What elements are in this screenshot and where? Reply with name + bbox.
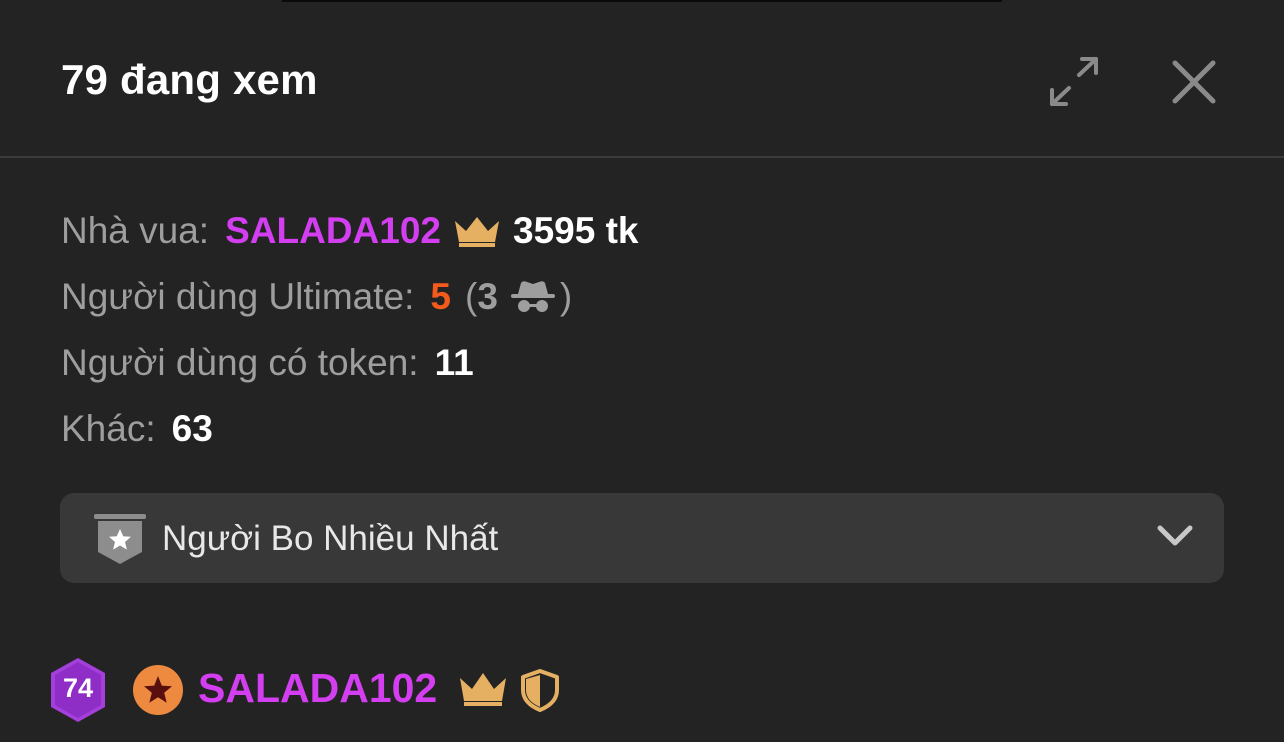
ultimate-count: 5 xyxy=(430,276,451,317)
viewer-count-title: 79 đang xem xyxy=(61,56,318,103)
star-shield-icon xyxy=(94,514,146,564)
king-username[interactable]: SALADA102 xyxy=(225,210,441,252)
dropdown-label: Người Bo Nhiều Nhất xyxy=(162,519,499,558)
incognito-spy-icon xyxy=(510,281,555,312)
paren-open: ( xyxy=(464,276,478,317)
paren-close: ) xyxy=(559,276,573,317)
expand-arrows-icon[interactable] xyxy=(1046,56,1102,108)
stat-token-users: Người dùng có token: 11 xyxy=(61,330,639,396)
top-tippers-dropdown[interactable]: Người Bo Nhiều Nhất xyxy=(60,493,1224,583)
user-level: 74 xyxy=(62,673,94,703)
close-x-icon[interactable] xyxy=(1170,58,1218,106)
ultimate-hidden-count: 3 xyxy=(477,276,498,317)
king-tokens: 3595 tk xyxy=(513,210,639,251)
shield-icon xyxy=(521,669,559,712)
chevron-down-icon xyxy=(1157,525,1193,546)
crown-icon xyxy=(460,673,506,706)
crown-icon xyxy=(455,217,499,247)
tipper-username[interactable]: SALADA102 xyxy=(198,665,437,712)
token-users-count: 11 xyxy=(434,342,474,383)
stat-king: Nhà vua: SALADA102 3595 tk xyxy=(61,198,639,264)
king-label: Nhà vua: xyxy=(61,210,210,251)
other-label: Khác: xyxy=(61,408,156,449)
stat-other: Khác: 63 xyxy=(61,396,639,462)
token-users-label: Người dùng có token: xyxy=(61,342,419,383)
viewer-stats: Nhà vua: SALADA102 3595 tk Người dùng Ul… xyxy=(61,198,639,462)
panel-header: 79 đang xem xyxy=(0,0,1284,158)
other-count: 63 xyxy=(171,408,213,449)
tipper-list-item[interactable]: 74 SALADA102 xyxy=(48,656,748,728)
star-rank-icon xyxy=(133,665,183,715)
stat-ultimate: Người dùng Ultimate: 5 ( 3 ) xyxy=(61,264,639,330)
ultimate-label: Người dùng Ultimate: xyxy=(61,276,415,317)
